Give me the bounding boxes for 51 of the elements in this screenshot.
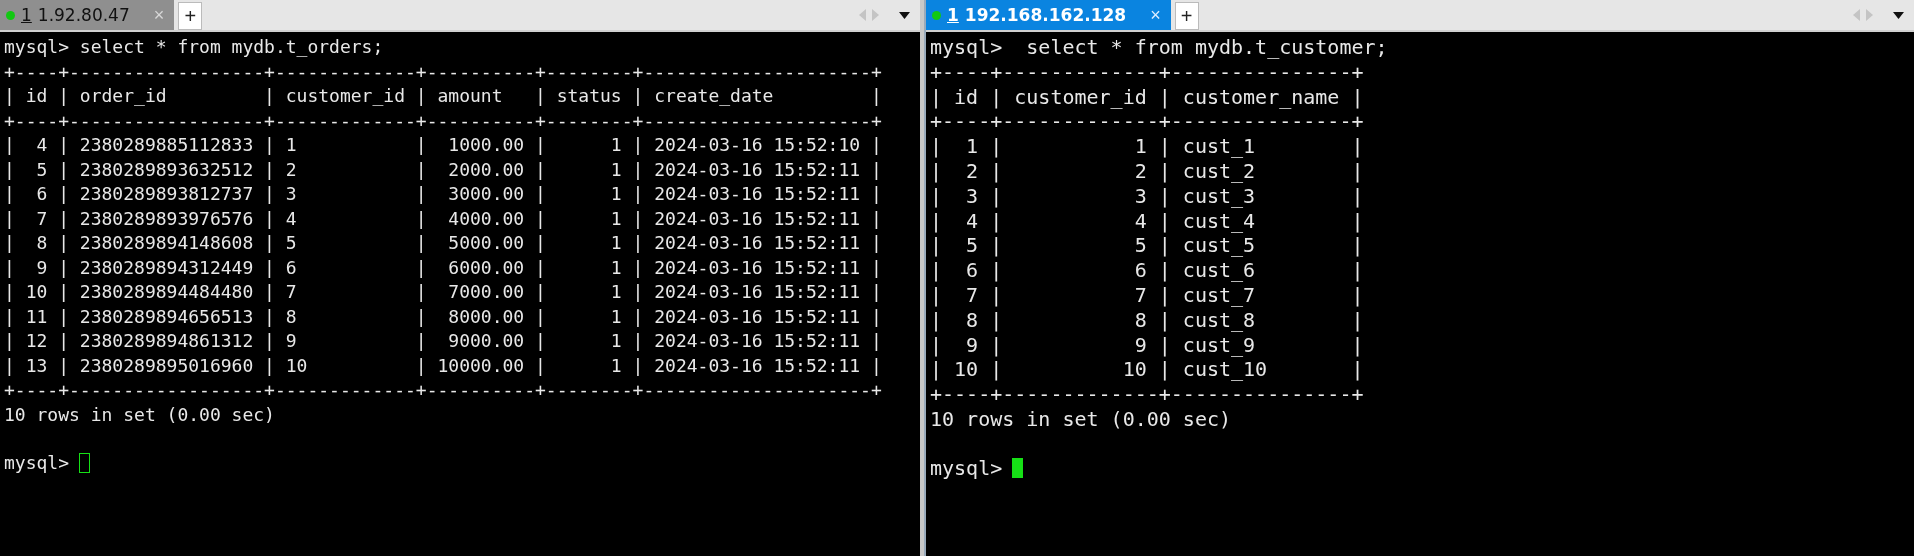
terminal-line: | 6 | 2380289893812737 | 3 | 3000.00 | 1 | 2024-03-16 15:52:11 | [4,182,882,206]
terminal-line: | 5 | 5 | cust_5 | [930,233,1364,259]
session-tab[interactable]: 1 192.168.162.128 × [926,0,1171,30]
terminal-line: +----+------------------+-------------+----------+--------+---------------------+ [4,59,882,84]
terminal-line: +----+-------------+---------------+ [930,382,1364,407]
terminal-line: +----+------------------+-------------+----------+--------+---------------------+ [4,108,882,133]
status-dot-icon [6,10,15,20]
terminal-line: | 2 | 2 | cust_2 | [930,159,1364,184]
terminal-line: | 7 | 7 | cust_7 | [930,282,1364,308]
prompt-text: mysql> [4,451,70,475]
terminal-line: mysql> select * from mydb.t_customer; [930,35,1388,60]
prompt-text: mysql> [930,455,1003,481]
terminal-line: mysql> select * from mydb.t_orders; [4,35,384,59]
terminal-line: | 10 | 2380289894484480 | 7 | 7000.00 | 1 | 2024-03-16 15:52:11 | [4,280,882,304]
terminal-line: 10 rows in set (0.00 sec) [4,402,275,427]
terminal-line: | 5 | 2380289893632512 | 2 | 2000.00 | 1 | 2024-03-16 15:52:11 | [4,157,882,182]
terminal-line: | 10 | 10 | cust_10 | [930,357,1364,383]
left-arrow-icon[interactable] [1853,9,1860,21]
terminal-line: | 11 | 2380289894656513 | 8 | 8000.00 | 1 | 2024-03-16 15:52:11 | [4,304,882,329]
terminal-line: +----+-------------+---------------+ [930,59,1364,85]
terminal-line: | 6 | 6 | cust_6 | [930,258,1364,283]
terminal-line: | 9 | 2380289894312449 | 6 | 6000.00 | 1 | 2024-03-16 15:52:11 | [4,255,882,280]
left-arrow-icon[interactable] [859,9,866,21]
tab-host: 1.92.80.47 [37,5,130,25]
right-arrow-icon[interactable] [872,9,879,21]
right-arrow-icon[interactable] [1866,9,1873,21]
terminal-line: | 9 | 9 | cust_9 | [930,332,1364,358]
terminal-line: +----+-------------+---------------+ [930,109,1364,135]
terminal-line: | 12 | 2380289894861312 | 9 | 9000.00 | 1 | 2024-03-16 15:52:11 | [4,329,882,353]
terminal-line: | 7 | 2380289893976576 | 4 | 4000.00 | 1 | 2024-03-16 15:52:11 | [4,206,882,231]
session-tab[interactable]: 1 1.92.80.47 × [0,0,175,30]
tab-host: 192.168.162.128 [964,5,1127,25]
terminal-line: | id | customer_id | customer_name | [930,84,1364,110]
new-tab-button[interactable]: + [178,2,203,30]
terminal-line: | 1 | 1 | cust_1 | [930,134,1364,159]
dropdown-caret-icon[interactable] [899,11,910,19]
dropdown-caret-icon[interactable] [1893,11,1904,19]
tab-number: 1 [947,5,959,25]
terminal-line: | 4 | 2380289885112833 | 1 | 1000.00 | 1 | 2024-03-16 15:52:10 | [4,133,882,157]
terminal-line: | 3 | 3 | cust_3 | [930,183,1364,209]
terminal-line: | 13 | 2380289895016960 | 10 | 10000.00 | 1 | 2024-03-16 15:52:11 | [4,353,882,378]
terminal-line: 10 rows in set (0.00 sec) [930,406,1232,432]
tab-number: 1 [21,5,32,25]
new-tab-button[interactable]: + [1174,2,1199,30]
terminal-line: +----+------------------+-------------+----------+--------+---------------------+ [4,378,882,402]
status-dot-icon [932,10,941,20]
terminal-line: | 4 | 4 | cust_4 | [930,208,1364,234]
terminal-line: | 8 | 2380289894148608 | 5 | 5000.00 | 1 | 2024-03-16 15:52:11 | [4,231,882,255]
terminal-line: | id | order_id | customer_id | amount | status | create_date | [4,84,882,108]
terminal-line: | 8 | 8 | cust_8 | [930,307,1364,333]
close-button[interactable]: × [1150,4,1161,26]
